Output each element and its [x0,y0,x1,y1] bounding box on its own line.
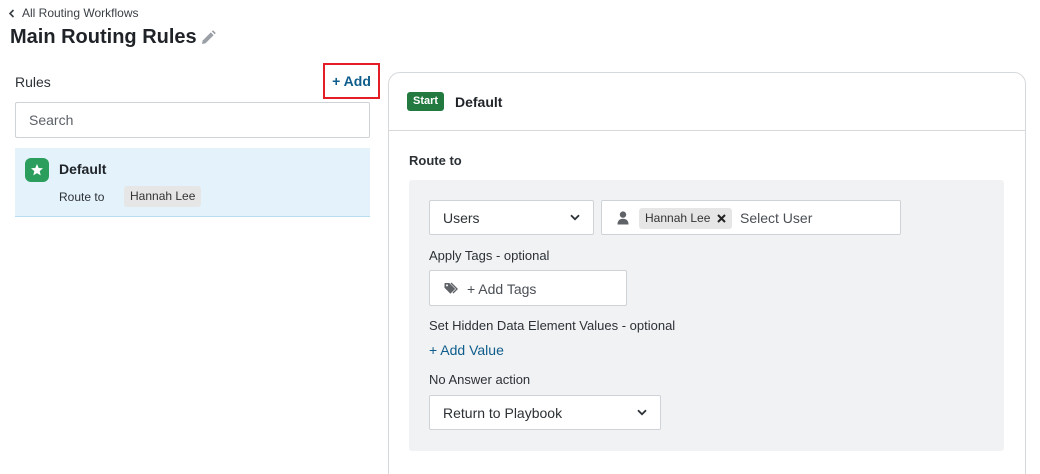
hidden-values-label: Set Hidden Data Element Values - optiona… [429,318,676,333]
route-to-label: Route to [409,153,462,168]
add-tags-field[interactable]: + Add Tags [429,270,627,306]
chevron-down-icon [570,214,580,221]
rules-heading: Rules [15,74,51,90]
person-icon [617,211,629,225]
route-type-value: Users [443,209,480,226]
no-answer-action-select[interactable]: Return to Playbook [429,395,661,430]
route-settings-box: Users Hannah Lee Select User Apply Tags … [409,180,1004,451]
pencil-icon[interactable] [199,29,217,52]
chevron-left-icon [8,8,15,18]
no-answer-action-value: Return to Playbook [443,404,563,421]
add-value-link[interactable]: + Add Value [429,342,504,358]
back-link-label: All Routing Workflows [22,6,139,20]
route-type-select[interactable]: Users [429,200,594,235]
back-link[interactable]: All Routing Workflows [8,6,138,20]
panel-title: Default [455,94,503,110]
rule-user-tag: Hannah Lee [124,186,202,207]
start-badge: Start [407,92,445,111]
selected-user-chip: Hannah Lee [639,208,733,229]
rule-detail-panel: Start Default Route to Users Hannah Lee [388,72,1026,474]
panel-header: Start Default [389,73,1025,131]
select-user-placeholder: Select User [740,210,813,226]
tags-icon [444,282,458,294]
add-tags-placeholder: + Add Tags [467,281,537,297]
apply-tags-label: Apply Tags - optional [429,248,550,263]
add-rule-button[interactable]: + Add [323,63,380,99]
chevron-down-icon [637,409,647,416]
rule-route-label: Route to [59,190,105,204]
selected-user-name: Hannah Lee [645,211,711,225]
rule-item-default[interactable]: Default Route to Hannah Lee [15,148,370,217]
no-answer-label: No Answer action [429,372,531,387]
user-select-field[interactable]: Hannah Lee Select User [601,200,901,235]
rules-search-input[interactable] [15,102,370,138]
star-icon [25,158,49,182]
close-icon[interactable] [717,214,727,223]
page-title: Main Routing Rules [10,26,197,48]
rule-name: Default [59,161,107,177]
